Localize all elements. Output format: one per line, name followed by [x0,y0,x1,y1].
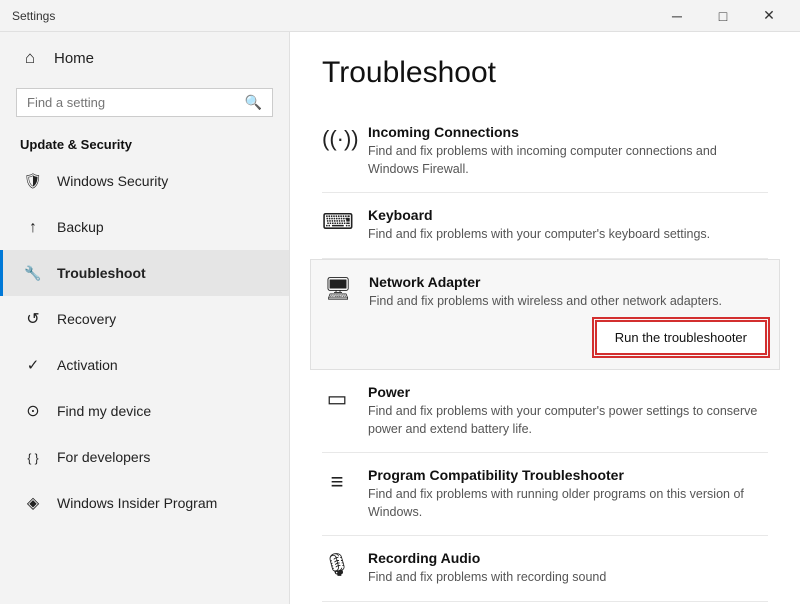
list-item-network-adapter: 🖥 Network Adapter Find and fix problems … [310,259,780,371]
shield-icon [23,171,43,191]
troubleshoot-icon [23,263,43,283]
sidebar-item-for-developers[interactable]: For developers [0,434,289,480]
item-title: Incoming Connections [368,124,768,140]
keyboard-icon: ⌨ [322,209,352,235]
item-content: Power Find and fix problems with your co… [368,384,768,438]
sidebar-item-label: Find my device [57,403,151,419]
list-item: 🎙 Recording Audio Find and fix problems … [322,536,768,602]
titlebar-title: Settings [12,9,55,23]
sidebar-item-backup[interactable]: Backup [0,204,289,250]
titlebar: Settings ─ □ ✕ [0,0,800,32]
recovery-icon [23,309,43,329]
sidebar-item-label: Activation [57,357,118,373]
sidebar-item-label: Backup [57,219,104,235]
power-icon: ▭ [322,386,352,412]
sidebar-item-windows-insider[interactable]: Windows Insider Program [0,480,289,526]
close-button[interactable]: ✕ [746,0,792,32]
page-title: Troubleshoot [322,56,768,90]
item-title: Program Compatibility Troubleshooter [368,467,768,483]
item-desc: Find and fix problems with your computer… [368,403,768,438]
sidebar-item-label: Windows Security [57,173,168,189]
insider-icon [23,493,43,513]
item-desc: Find and fix problems with running older… [368,486,768,521]
search-icon: 🔍 [245,94,262,111]
item-content: Program Compatibility Troubleshooter Fin… [368,467,768,521]
item-content: Network Adapter Find and fix problems wi… [369,274,767,356]
run-btn-container: Run the troubleshooter [369,320,767,355]
home-icon [20,48,40,68]
sidebar-item-recovery[interactable]: Recovery [0,296,289,342]
item-title: Power [368,384,768,400]
sidebar-item-home[interactable]: Home [0,32,289,84]
search-input[interactable] [27,95,237,110]
app-container: Home 🔍 Update & Security Windows Securit… [0,32,800,604]
audio-icon: 🎙 [322,552,352,578]
sidebar-item-label: Windows Insider Program [57,495,217,511]
run-troubleshooter-button[interactable]: Run the troubleshooter [595,320,767,355]
item-content: Incoming Connections Find and fix proble… [368,124,768,178]
sidebar-item-activation[interactable]: Activation [0,342,289,388]
item-title: Keyboard [368,207,768,223]
item-title: Recording Audio [368,550,768,566]
backup-icon [23,217,43,237]
titlebar-controls: ─ □ ✕ [654,0,792,32]
compat-icon: ≡ [322,469,352,495]
sidebar-item-troubleshoot[interactable]: Troubleshoot [0,250,289,296]
wifi-icon: ((·)) [322,126,352,152]
search-box[interactable]: 🔍 [16,88,273,117]
item-desc: Find and fix problems with recording sou… [368,569,768,587]
sidebar-item-label: Troubleshoot [57,265,146,281]
section-header: Update & Security [0,129,289,158]
main-content: Troubleshoot ((·)) Incoming Connections … [290,32,800,604]
sidebar-item-find-my-device[interactable]: Find my device [0,388,289,434]
sidebar-home-label: Home [54,50,94,67]
find-device-icon [23,401,43,421]
list-item: ((·)) Incoming Connections Find and fix … [322,110,768,193]
sidebar-item-label: For developers [57,449,150,465]
network-adapter-icon: 🖥 [323,276,353,302]
sidebar-item-label: Recovery [57,311,116,327]
maximize-button[interactable]: □ [700,0,746,32]
developers-icon [23,447,43,467]
item-content: Recording Audio Find and fix problems wi… [368,550,768,587]
item-desc: Find and fix problems with wireless and … [369,293,767,311]
activation-icon [23,355,43,375]
item-title: Network Adapter [369,274,767,290]
minimize-button[interactable]: ─ [654,0,700,32]
list-item: ≡ Program Compatibility Troubleshooter F… [322,453,768,536]
item-content: Keyboard Find and fix problems with your… [368,207,768,244]
item-desc: Find and fix problems with your computer… [368,226,768,244]
list-item: ⌨ Keyboard Find and fix problems with yo… [322,193,768,259]
sidebar-item-windows-security[interactable]: Windows Security [0,158,289,204]
sidebar: Home 🔍 Update & Security Windows Securit… [0,32,290,604]
item-desc: Find and fix problems with incoming comp… [368,143,768,178]
list-item: ▭ Power Find and fix problems with your … [322,370,768,453]
